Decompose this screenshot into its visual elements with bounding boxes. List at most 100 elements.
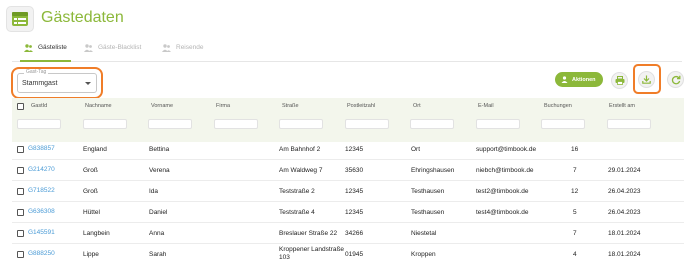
actions-button[interactable]: Aktionen bbox=[555, 72, 603, 87]
table-header: GastId Nachname Vorname Firma Straße Pos… bbox=[12, 98, 684, 142]
table-row[interactable]: G214270 Groß Verena Am Waldweg 7 35630 E… bbox=[12, 160, 684, 181]
cell-plz: 34266 bbox=[345, 230, 364, 237]
cell-erstellt: 18.01.2024 bbox=[608, 251, 641, 258]
cell-buchungen: 12 bbox=[571, 188, 579, 195]
cell-ort: Ehringshausen bbox=[411, 167, 455, 174]
cell-strasse: Am Waldweg 7 bbox=[279, 167, 323, 174]
cell-nachname: Langbein bbox=[83, 230, 110, 237]
filter-input-erstellt[interactable] bbox=[607, 119, 651, 129]
cell-email: niebch@timbook.de bbox=[476, 167, 534, 174]
cell-strasse: Kroppener Landstraße 103 bbox=[279, 246, 345, 261]
guest-id-link[interactable]: G214270 bbox=[28, 166, 55, 173]
column-header-gastid[interactable]: GastId bbox=[31, 103, 47, 109]
cell-nachname: Groß bbox=[83, 167, 98, 174]
cell-ort: Testhausen bbox=[411, 209, 445, 216]
cell-email: test2@timbook.de bbox=[476, 188, 529, 195]
cell-strasse: Breslauer Straße 22 bbox=[279, 230, 338, 237]
gast-tag-highlight: Gast-Tag Stammgast bbox=[11, 67, 103, 99]
select-all-checkbox[interactable] bbox=[17, 103, 24, 110]
user-icon bbox=[561, 76, 568, 83]
cell-strasse: Teststraße 2 bbox=[279, 188, 315, 195]
filter-input-strasse[interactable] bbox=[279, 119, 323, 129]
column-header-erstellt[interactable]: Erstellt am bbox=[609, 103, 635, 109]
refresh-button[interactable] bbox=[667, 71, 684, 88]
users-blocked-icon bbox=[84, 44, 93, 52]
table-row[interactable]: G145591 Langbein Anna Breslauer Straße 2… bbox=[12, 223, 684, 244]
column-header-buchungen[interactable]: Buchungen bbox=[544, 103, 572, 109]
cell-buchungen: 5 bbox=[573, 209, 577, 216]
tab-label: Gästeliste bbox=[38, 44, 67, 51]
chevron-down-icon bbox=[85, 82, 91, 85]
row-checkbox[interactable] bbox=[17, 209, 24, 216]
guest-id-link[interactable]: G838857 bbox=[28, 145, 55, 152]
cell-erstellt: 18.01.2024 bbox=[608, 230, 641, 237]
cell-buchungen: 16 bbox=[571, 146, 579, 153]
guest-id-link[interactable]: G636308 bbox=[28, 208, 55, 215]
cell-ort: Ort bbox=[411, 146, 421, 153]
column-header-plz[interactable]: Postleitzahl bbox=[347, 103, 375, 109]
cell-erstellt: 29.01.2024 bbox=[608, 167, 641, 174]
table-row[interactable]: G888250 Lippe Sarah Kroppener Landstraße… bbox=[12, 244, 684, 266]
printer-icon bbox=[615, 76, 624, 85]
cell-buchungen: 7 bbox=[573, 230, 577, 237]
cell-plz: 12345 bbox=[345, 209, 364, 216]
cell-ort: Testhausen bbox=[411, 188, 445, 195]
row-checkbox[interactable] bbox=[17, 230, 24, 237]
filter-input-vorname[interactable] bbox=[148, 119, 192, 129]
cell-plz: 12345 bbox=[345, 188, 364, 195]
cell-vorname: Anna bbox=[149, 230, 165, 237]
column-header-ort[interactable]: Ort bbox=[413, 103, 421, 109]
cell-erstellt: 26.04.2023 bbox=[608, 209, 641, 216]
cell-buchungen: 4 bbox=[573, 251, 577, 258]
row-checkbox[interactable] bbox=[17, 167, 24, 174]
download-button[interactable] bbox=[638, 71, 655, 88]
tab-blacklist[interactable]: Gäste-Blacklist bbox=[84, 44, 141, 62]
cell-erstellt: 26.04.2023 bbox=[608, 188, 641, 195]
filter-input-ort[interactable] bbox=[410, 119, 454, 129]
cell-plz: 12345 bbox=[345, 146, 364, 153]
cell-buchungen: 7 bbox=[573, 167, 577, 174]
filter-input-buchungen[interactable] bbox=[541, 119, 585, 129]
guest-id-link[interactable]: G145591 bbox=[28, 229, 55, 236]
column-header-nachname[interactable]: Nachname bbox=[85, 103, 112, 109]
filter-input-email[interactable] bbox=[476, 119, 520, 129]
tab-label: Reisende bbox=[176, 44, 204, 51]
gast-tag-select[interactable]: Gast-Tag Stammgast bbox=[17, 69, 97, 93]
cell-ort: Niestetal bbox=[411, 230, 437, 237]
cell-nachname: Hüttel bbox=[83, 209, 100, 216]
travelers-icon bbox=[162, 44, 171, 52]
gast-tag-label: Gast-Tag bbox=[24, 69, 49, 75]
download-icon bbox=[642, 75, 651, 84]
cell-strasse: Am Bahnhof 2 bbox=[279, 146, 321, 153]
column-header-firma[interactable]: Firma bbox=[216, 103, 230, 109]
table-row[interactable]: G636308 Hüttel Daniel Teststraße 4 12345… bbox=[12, 202, 684, 223]
column-header-strasse[interactable]: Straße bbox=[282, 103, 299, 109]
guest-id-link[interactable]: G888250 bbox=[28, 250, 55, 257]
page-title: Gästedaten bbox=[41, 9, 124, 26]
tab-reisende[interactable]: Reisende bbox=[162, 44, 203, 62]
app-header: Gästedaten bbox=[0, 0, 688, 38]
guest-id-link[interactable]: G718522 bbox=[28, 187, 55, 194]
cell-vorname: Verena bbox=[149, 167, 170, 174]
cell-vorname: Sarah bbox=[149, 251, 167, 258]
cell-ort: Kroppen bbox=[411, 251, 436, 258]
row-checkbox[interactable] bbox=[17, 146, 24, 153]
column-header-email[interactable]: E-Mail bbox=[478, 103, 494, 109]
print-button[interactable] bbox=[611, 72, 628, 89]
cell-email: support@timbook.de bbox=[476, 146, 537, 153]
tab-bar: Gästeliste Gäste-Blacklist Reisende bbox=[12, 40, 682, 62]
row-checkbox[interactable] bbox=[17, 188, 24, 195]
table-row[interactable]: G718522 Groß Ida Teststraße 2 12345 Test… bbox=[12, 181, 684, 202]
guest-list-icon bbox=[6, 6, 34, 32]
row-checkbox[interactable] bbox=[17, 251, 24, 258]
column-header-vorname[interactable]: Vorname bbox=[151, 103, 173, 109]
filter-input-gastid[interactable] bbox=[17, 119, 61, 129]
filter-input-nachname[interactable] bbox=[83, 119, 127, 129]
filter-input-plz[interactable] bbox=[345, 119, 389, 129]
tab-gaesteliste[interactable]: Gästeliste bbox=[20, 44, 71, 62]
table-row[interactable]: G838857 England Bettina Am Bahnhof 2 123… bbox=[12, 139, 684, 160]
filter-input-firma[interactable] bbox=[214, 119, 258, 129]
cell-strasse: Teststraße 4 bbox=[279, 209, 315, 216]
cell-vorname: Bettina bbox=[149, 146, 170, 153]
cell-nachname: Lippe bbox=[83, 251, 99, 258]
